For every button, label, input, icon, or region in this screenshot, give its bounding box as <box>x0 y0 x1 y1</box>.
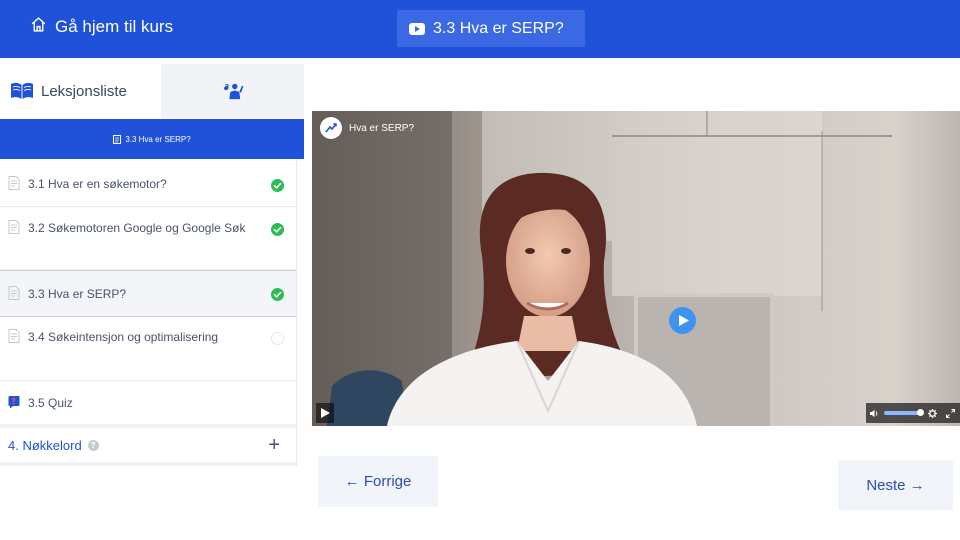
svg-text:?: ? <box>224 82 228 91</box>
play-button[interactable] <box>669 307 696 334</box>
lesson-title: 3.5 Quiz <box>28 396 73 410</box>
fullscreen-icon[interactable] <box>946 408 955 418</box>
section-header[interactable]: 4. Nøkkelord ? + <box>0 424 296 466</box>
control-play-button[interactable] <box>316 403 334 423</box>
incomplete-circle-icon <box>271 332 284 345</box>
current-lesson-title: 3.3 Hva er SERP? <box>433 19 564 37</box>
home-link-label: Gå hjem til kurs <box>55 17 174 36</box>
raised-hand-person-icon: ? <box>223 82 243 100</box>
list-item-current[interactable]: 3.3 Hva er SERP? <box>0 270 296 317</box>
video-title-bar: Hva er SERP? <box>320 117 414 139</box>
tab-lesson-list-label: Leksjonsliste <box>41 82 127 100</box>
list-item[interactable]: 3.1 Hva er en søkemotor? <box>0 159 296 207</box>
current-lesson-banner: 3.3 Hva er SERP? <box>0 119 304 159</box>
volume-icon[interactable] <box>870 409 879 418</box>
video-title: Hva er SERP? <box>349 122 415 134</box>
completed-check-icon <box>271 288 284 301</box>
completed-check-icon <box>271 179 284 192</box>
current-lesson-pill: 3.3 Hva er SERP? <box>397 10 585 47</box>
document-icon <box>8 286 20 300</box>
lesson-title: 3.2 Søkemotoren Google og Google Søk <box>28 221 246 235</box>
lesson-title: 3.1 Hva er en søkemotor? <box>28 177 167 191</box>
quiz-icon: ? <box>8 396 20 409</box>
section-title: 4. Nøkkelord ? <box>8 438 99 453</box>
home-icon <box>31 16 46 32</box>
gear-icon[interactable] <box>928 408 937 418</box>
list-item[interactable]: 3.4 Søkeintensjon og optimalisering <box>0 317 296 381</box>
help-icon[interactable]: ? <box>87 439 99 451</box>
home-link[interactable]: Gå hjem til kurs <box>30 16 174 37</box>
top-bar: Gå hjem til kurs 3.3 Hva er SERP? <box>0 0 960 58</box>
book-open-icon <box>11 82 33 99</box>
document-icon <box>8 220 20 234</box>
previous-button[interactable]: ← Forrige <box>318 456 438 507</box>
lesson-title: 3.4 Søkeintensjon og optimalisering <box>28 330 219 344</box>
video-frame <box>312 111 960 426</box>
expand-plus-icon[interactable]: + <box>268 435 280 455</box>
youtube-icon <box>409 22 425 35</box>
play-icon <box>320 408 330 418</box>
tab-lesson-list[interactable]: Leksjonsliste <box>0 64 161 118</box>
volume-slider[interactable] <box>884 409 924 416</box>
lesson-list: 3.1 Hva er en søkemotor? 3.2 Søkemotoren… <box>0 159 297 466</box>
document-icon <box>8 176 20 190</box>
next-button[interactable]: Neste → <box>838 460 953 510</box>
list-item[interactable]: 3.2 Søkemotoren Google og Google Søk <box>0 207 296 270</box>
sidebar-tabs: Leksjonsliste ? <box>0 64 304 118</box>
tab-ask-question[interactable]: ? <box>161 64 304 118</box>
completed-check-icon <box>271 223 284 236</box>
svg-text:?: ? <box>11 397 16 406</box>
video-player[interactable]: Hva er SERP? <box>312 111 960 426</box>
play-icon <box>678 315 689 326</box>
sidebar: Leksjonsliste ? 3.3 Hva er SERP? 3.1 Hva… <box>0 64 304 540</box>
channel-logo-icon <box>320 117 342 139</box>
lesson-title: 3.3 Hva er SERP? <box>28 287 127 301</box>
volume-knob[interactable] <box>917 409 924 416</box>
list-item[interactable]: ? 3.5 Quiz <box>0 381 296 424</box>
document-icon <box>8 329 20 343</box>
document-icon <box>113 134 122 144</box>
video-controls <box>866 403 960 423</box>
current-lesson-banner-label: 3.3 Hva er SERP? <box>125 134 191 144</box>
